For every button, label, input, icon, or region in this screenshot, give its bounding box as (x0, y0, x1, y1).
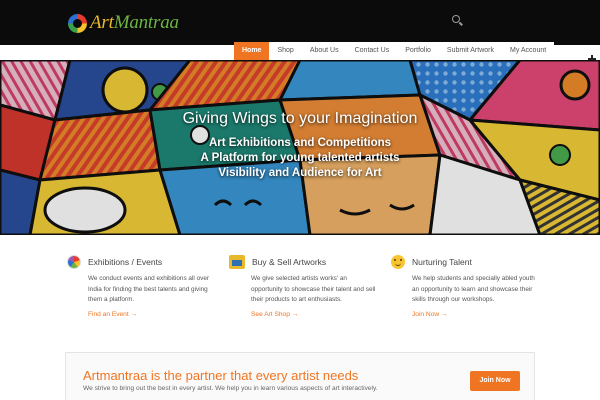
search-icon[interactable] (452, 15, 464, 27)
shop-icon (229, 255, 245, 269)
smiley-icon (391, 255, 405, 269)
feature-title: Nurturing Talent (412, 257, 472, 267)
join-now-link[interactable]: Join Now → (412, 311, 539, 318)
feature-nurturing: Nurturing Talent We help students and sp… (391, 255, 539, 318)
site-logo[interactable]: ArtMantraa (68, 12, 179, 34)
nav-about-us[interactable]: About Us (302, 42, 347, 60)
logo-word-art: Art (90, 12, 114, 33)
hero-line-1: Art Exhibitions and Competitions (208, 137, 392, 149)
nav-contact-us[interactable]: Contact Us (347, 42, 398, 60)
feature-description: We conduct events and exhibitions all ov… (88, 275, 210, 303)
hero-banner: Giving Wings to your Imagination Art Exh… (0, 60, 600, 235)
partner-subtitle: We strive to bring out the best in every… (83, 385, 378, 392)
nav-shop[interactable]: Shop (269, 42, 301, 60)
feature-description: We give selected artists works' an oppor… (251, 275, 376, 303)
hero-title: Giving Wings to your Imagination (182, 110, 418, 127)
nav-submit-artwork[interactable]: Submit Artwork (439, 42, 502, 60)
color-palette-icon (67, 255, 81, 269)
logo-palette-icon (68, 13, 87, 33)
main-nav: Home Shop About Us Contact Us Portfolio … (234, 42, 555, 60)
see-art-shop-link[interactable]: See Art Shop → (251, 311, 377, 318)
partner-callout: Artmantraa is the partner that every art… (65, 352, 535, 400)
partner-title: Artmantraa is the partner that every art… (83, 368, 359, 383)
find-event-link[interactable]: Find an Event → (88, 311, 215, 318)
feature-title: Buy & Sell Artworks (252, 257, 327, 267)
hero-line-3: Visibility and Audience for Art (218, 167, 382, 179)
feature-title: Exhibitions / Events (88, 257, 163, 267)
feature-exhibitions: Exhibitions / Events We conduct events a… (67, 255, 215, 318)
header-bar: ArtMantraa (0, 0, 600, 45)
nav-my-account[interactable]: My Account (502, 42, 554, 60)
nav-portfolio[interactable]: Portfolio (397, 42, 439, 60)
logo-word-mantraa: Mantraa (113, 12, 179, 33)
feature-description: We help students and specially abled you… (412, 275, 535, 303)
hero-line-2: A Platform for young talented artists (200, 152, 400, 164)
nav-home[interactable]: Home (234, 42, 270, 60)
feature-buy-sell: Buy & Sell Artworks We give selected art… (229, 255, 377, 318)
join-now-button[interactable]: Join Now (470, 371, 520, 391)
